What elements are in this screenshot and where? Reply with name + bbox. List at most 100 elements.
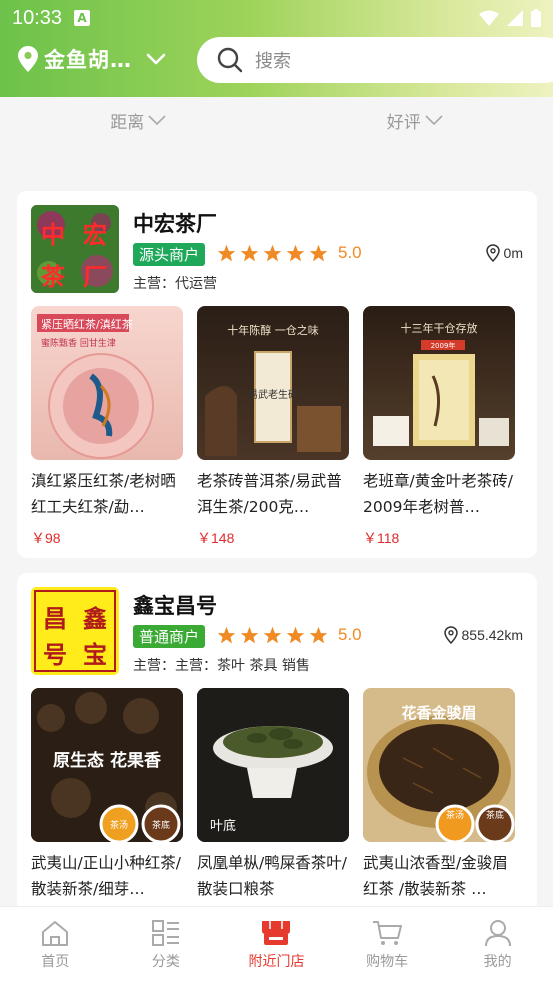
app-notification-icon: A [74,10,91,26]
tab-home[interactable]: 首页 [0,907,111,984]
filter-rating[interactable]: 好评 [277,97,553,143]
product-item[interactable]: 叶底 凤凰单枞/鸭屎香茶叶/散装口粮茶 [197,688,349,902]
svg-text:茶底: 茶底 [486,809,504,821]
search-bar[interactable]: 搜索 [197,37,553,83]
product-title: 老班章/黄金叶老茶砖/ 2009年老树普… [363,472,513,516]
svg-text:中: 中 [41,220,65,249]
main-business: 主营：代运营 [133,276,217,292]
product-price: ￥98 [31,530,61,546]
status-icons [479,9,541,27]
cart-icon [373,921,403,945]
product-price: ￥118 [363,530,400,546]
product-image[interactable]: 原生态 花果香 茶汤 茶底 [31,688,183,842]
category-icon [151,920,179,946]
product-image-art: 紧压晒红茶/滇红茶 蜜陈甄香 回甘生津 [37,314,154,459]
svg-text:2009年: 2009年 [431,341,456,350]
user-icon [484,920,511,947]
tab-home-label: 首页 [41,954,70,970]
tab-category[interactable]: 分类 [111,907,222,984]
product-image-art: 原生态 花果香 茶汤 茶底 [31,688,183,842]
star-icon [240,626,259,643]
star-icon [286,244,305,261]
chevron-down-icon [148,115,166,125]
product-item[interactable]: 十年陈醇 一仓之味 易武老生砖 老茶砖普洱茶/易武普洱生茶/200克… ￥148 [197,306,349,548]
location-pin-icon [443,626,458,644]
tab-nearby-stores-label: 附近门店 [248,954,305,970]
filter-distance[interactable]: 距离 [0,97,277,143]
svg-text:茶汤: 茶汤 [446,809,464,821]
product-item[interactable]: 紧压晒红茶/滇红茶 蜜陈甄香 回甘生津 滇红紧压红茶/老树晒红工夫红茶/勐… ￥… [31,306,183,548]
distance: 0m [485,244,523,262]
shop-name[interactable]: 中宏茶厂 [133,208,217,238]
merchant-type-badge: 源头商户 [133,243,206,266]
product-image[interactable]: 十三年干仓存放 2009年 [363,306,515,460]
tab-profile-label: 我的 [483,954,512,970]
svg-text:鑫: 鑫 [83,604,107,633]
product-item[interactable]: 花香金骏眉 茶汤 茶底 武夷山浓香型/金骏眉红茶 /散装新茶 … [363,688,515,902]
svg-text:茶汤: 茶汤 [110,819,128,831]
main-business: 主营：主营：茶叶 茶具 销售 [133,658,310,674]
shop-logo-image: 中 宏 茶 厂 [31,205,119,293]
svg-text:十三年干仓存放: 十三年干仓存放 [401,321,478,335]
shop-logo[interactable]: 中 宏 茶 厂 [31,205,119,293]
product-title: 武夷山/正山小种红茶/散装新茶/细芽… [31,854,181,898]
star-icon [309,626,328,643]
chevron-down-icon [425,115,443,125]
merchant-type-badge: 普通商户 [133,625,206,648]
filter-bar: 距离 好评 [0,97,553,143]
svg-text:花香金骏眉: 花香金骏眉 [401,704,476,722]
bottom-tab-bar: 首页 分类 附近门店 购物车 我的 [0,906,553,984]
wifi-icon [479,10,499,26]
tab-category-label: 分类 [151,954,180,970]
chevron-down-icon [146,53,166,65]
rating-stars: 5.0 [217,625,362,645]
location-selector[interactable]: 金鱼胡… [18,44,166,74]
star-icon [217,626,236,643]
battery-icon [531,9,541,27]
star-icon [217,244,236,261]
rating-stars: 5.0 [217,243,362,263]
product-image[interactable]: 紧压晒红茶/滇红茶 蜜陈甄香 回甘生津 [31,306,183,460]
svg-text:十年陈醇 一仓之味: 十年陈醇 一仓之味 [227,323,319,337]
product-image[interactable]: 叶底 [197,688,349,842]
product-image-art: 十三年干仓存放 2009年 [373,321,509,446]
rating-value: 5.0 [338,243,362,262]
star-icon [263,244,282,261]
tab-nearby-stores[interactable]: 附近门店 [221,907,332,984]
shop-card[interactable]: 昌 鑫 号 宝 鑫宝昌号 普通商户 5.0 855.42km 主营：主营：茶叶 … [17,573,537,913]
star-icon [263,626,282,643]
svg-text:宝: 宝 [83,640,107,669]
product-price: ￥148 [197,530,235,546]
search-placeholder: 搜索 [255,51,291,72]
filter-distance-label: 距离 [110,112,145,133]
shop-logo[interactable]: 昌 鑫 号 宝 [31,587,119,675]
tab-cart-label: 购物车 [366,954,409,970]
svg-text:厂: 厂 [83,262,107,291]
svg-text:茶底: 茶底 [152,819,170,831]
shop-card[interactable]: 中 宏 茶 厂 中宏茶厂 源头商户 5.0 0m 主营：代运营 紧压晒红茶/滇红… [17,191,537,558]
svg-text:紧压晒红茶/滇红茶: 紧压晒红茶/滇红茶 [41,317,133,331]
shop-name[interactable]: 鑫宝昌号 [133,590,217,620]
svg-text:号: 号 [43,640,67,669]
home-icon [42,921,69,946]
product-title: 滇红紧压红茶/老树晒红工夫红茶/勐… [31,472,176,516]
product-image[interactable]: 花香金骏眉 茶汤 茶底 [363,688,515,842]
filter-rating-label: 好评 [386,112,421,133]
store-icon [262,921,291,945]
rating-value: 5.0 [338,625,362,644]
product-image-art: 叶底 [197,688,349,842]
status-bar: 10:33 A [0,0,553,36]
signal-icon [507,10,523,26]
tab-profile[interactable]: 我的 [442,907,553,984]
product-image-art: 花香金骏眉 茶汤 茶底 [363,688,515,842]
search-icon [217,47,243,73]
product-image-art: 十年陈醇 一仓之味 易武老生砖 [205,323,341,456]
product-title: 老茶砖普洱茶/易武普洱生茶/200克… [197,472,342,516]
product-title: 武夷山浓香型/金骏眉红茶 /散装新茶 … [363,854,508,898]
tab-cart[interactable]: 购物车 [332,907,443,984]
distance-value: 0m [503,245,523,261]
svg-text:昌: 昌 [43,604,67,633]
product-image[interactable]: 十年陈醇 一仓之味 易武老生砖 [197,306,349,460]
product-item[interactable]: 十三年干仓存放 2009年 老班章/黄金叶老茶砖/ 2009年老树普… ￥118 [363,306,515,548]
product-item[interactable]: 原生态 花果香 茶汤 茶底 武夷山/正山小种红茶/散装新茶/细芽… [31,688,183,902]
